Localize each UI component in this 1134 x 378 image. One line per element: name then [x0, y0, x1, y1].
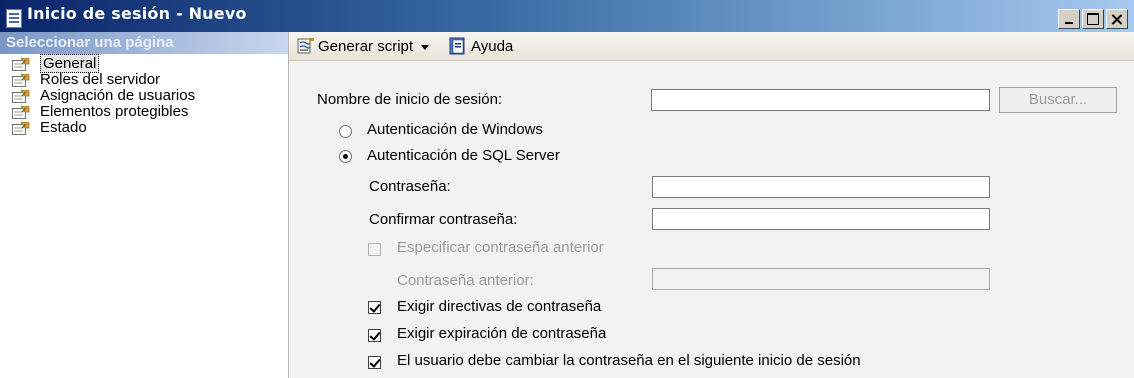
specify-old-password-label: Especificar contraseña anterior [397, 239, 604, 256]
login-name-input[interactable] [651, 89, 990, 111]
generate-script-label: Generar script [318, 37, 414, 55]
enforce-expiration-checkbox[interactable] [368, 329, 381, 342]
page-icon [12, 122, 30, 135]
confirm-password-field[interactable] [652, 208, 990, 230]
close-button[interactable] [1106, 9, 1128, 29]
enforce-policy-label: Exigir directivas de contraseña [397, 298, 602, 315]
password-field[interactable] [652, 176, 990, 198]
page-selector-header: Seleccionar una página [0, 32, 288, 54]
title-bar[interactable]: Inicio de sesión - Nuevo [0, 0, 1134, 32]
must-change-password-label: El usuario debe cambiar la contraseña en… [397, 352, 861, 369]
password-label: Contraseña: [369, 178, 451, 195]
page-icon [12, 58, 30, 71]
must-change-password-checkbox[interactable] [368, 356, 381, 369]
page-icon [12, 90, 30, 103]
enforce-policy-checkbox[interactable] [368, 301, 381, 314]
sidebar-item-label: Elementos protegibles [40, 103, 189, 120]
old-password-label: Contraseña anterior: [397, 272, 534, 289]
sql-auth-label: Autenticación de SQL Server [367, 147, 560, 164]
generate-script-button[interactable]: Generar script [297, 37, 430, 55]
confirm-password-label: Confirmar contraseña: [369, 211, 518, 228]
specify-old-password-checkbox[interactable] [368, 243, 381, 256]
sidebar-item-status[interactable]: Estado [0, 120, 288, 136]
chevron-down-icon[interactable] [421, 44, 430, 50]
sidebar-item-label: Roles del servidor [40, 71, 161, 88]
page-selector-panel: Seleccionar una página General Roles del… [0, 32, 289, 378]
windows-auth-radio[interactable] [339, 125, 352, 138]
old-password-field[interactable] [652, 268, 990, 290]
sidebar-item-securables[interactable]: Elementos protegibles [0, 104, 288, 120]
window-icon [6, 9, 22, 28]
help-label: Ayuda [471, 37, 514, 55]
help-icon [449, 37, 465, 55]
script-icon [297, 38, 314, 54]
sidebar-item-label: Estado [40, 119, 87, 136]
maximize-button[interactable] [1082, 9, 1104, 29]
enforce-expiration-label: Exigir expiración de contraseña [397, 325, 607, 342]
sidebar-item-general[interactable]: General [0, 54, 288, 73]
page-icon [12, 74, 30, 87]
login-name-label: Nombre de inicio de sesión: [317, 91, 503, 108]
minimize-button[interactable] [1058, 9, 1080, 29]
general-page-form: Nombre de inicio de sesión: Buscar... Au… [289, 61, 1134, 378]
sidebar-item-label: Asignación de usuarios [40, 87, 196, 104]
windows-auth-label: Autenticación de Windows [367, 121, 543, 138]
toolbar: Generar script Ayuda [289, 32, 1134, 61]
search-button[interactable]: Buscar... [999, 87, 1117, 113]
sidebar-item-user-mapping[interactable]: Asignación de usuarios [0, 88, 288, 104]
page-icon [12, 106, 30, 119]
sidebar-item-server-roles[interactable]: Roles del servidor [0, 72, 288, 88]
window-controls [1056, 9, 1128, 29]
sql-auth-radio[interactable] [339, 150, 352, 163]
window-title: Inicio de sesión - Nuevo [27, 4, 247, 23]
help-button[interactable]: Ayuda [449, 37, 513, 55]
